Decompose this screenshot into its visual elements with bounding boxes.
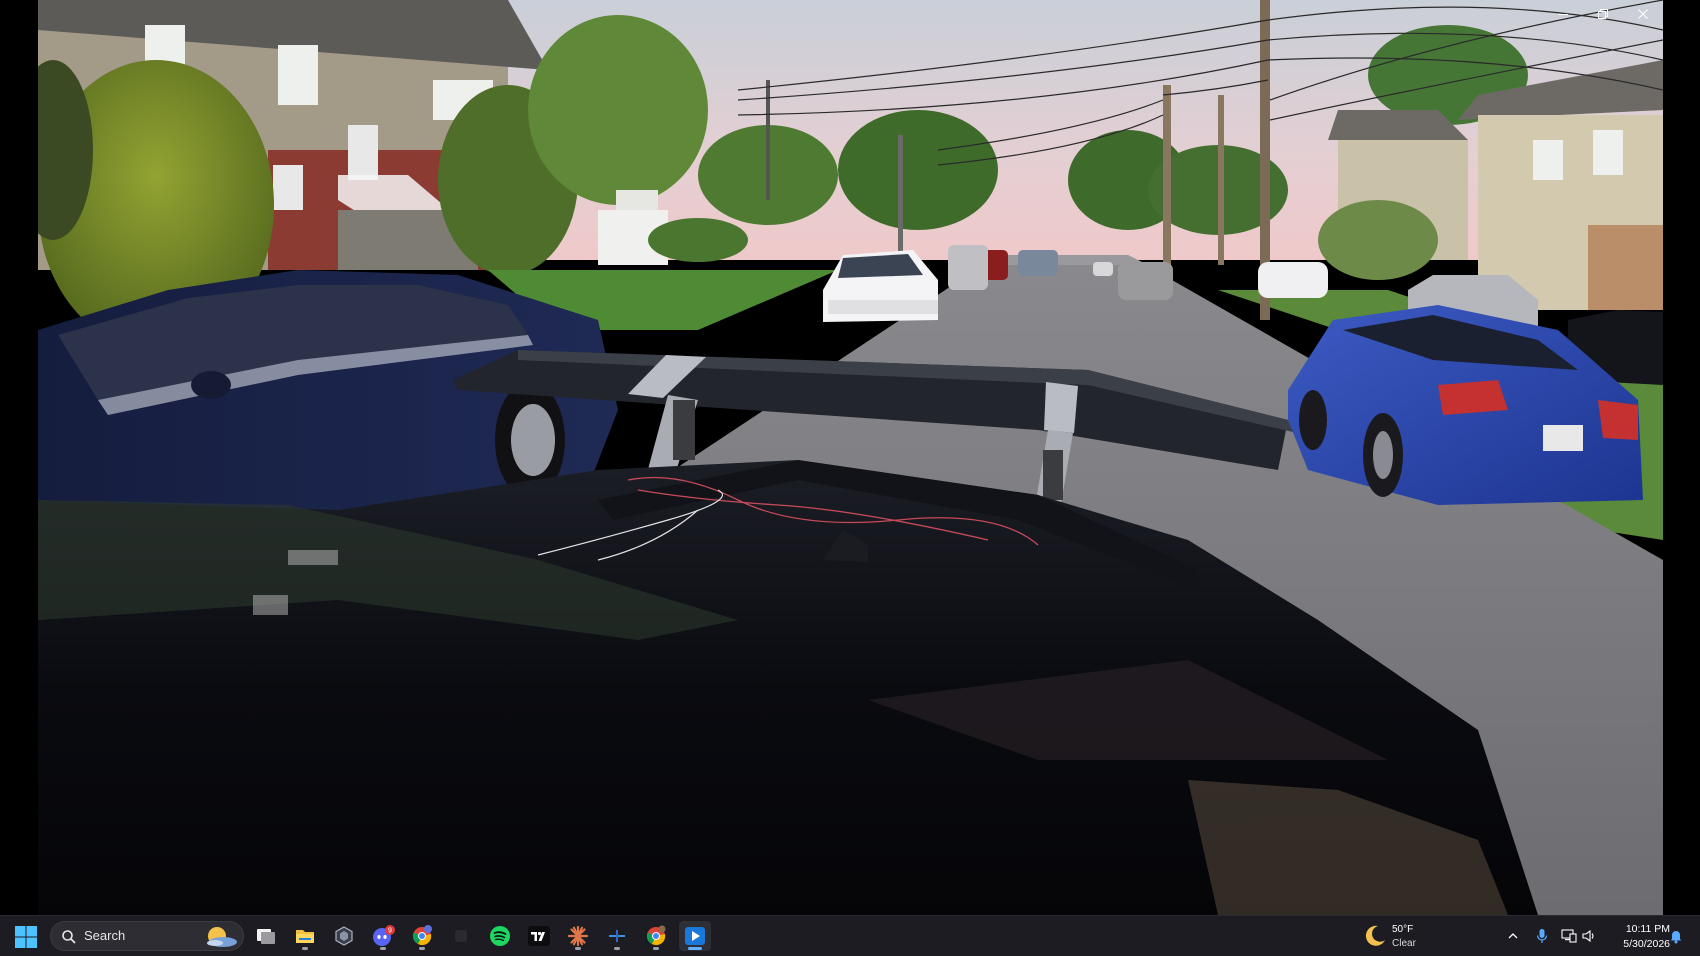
running-indicator <box>653 947 659 950</box>
app-icon <box>609 930 625 942</box>
bell-icon <box>1670 931 1682 944</box>
media-player-window <box>0 0 1700 915</box>
clock-date: 5/30/2026 <box>1623 938 1670 950</box>
running-indicator <box>614 947 620 950</box>
taskbar: Search 9 50°F Clear 10:11 PM 5/30/2026 <box>0 915 1700 956</box>
microphone-button[interactable] <box>1534 928 1550 944</box>
taskbar-chrome[interactable] <box>640 921 672 951</box>
active-indicator <box>688 947 702 950</box>
notification-button[interactable] <box>1668 928 1684 944</box>
search-icon <box>62 930 76 944</box>
restore-button[interactable] <box>1583 0 1623 28</box>
play-icon <box>685 927 705 945</box>
discord-icon: 9 <box>373 925 395 946</box>
taskbar-tradingview[interactable] <box>523 921 555 951</box>
chrome-icon <box>412 925 432 946</box>
taskbar-file-explorer[interactable] <box>289 921 321 951</box>
start-button[interactable] <box>14 925 38 949</box>
taskbar-app-blue[interactable] <box>601 921 633 951</box>
taskbar-claude[interactable] <box>562 921 594 951</box>
tradingview-icon <box>528 926 550 946</box>
windows-logo-icon <box>15 926 37 948</box>
taskbar-chrome-profile[interactable] <box>406 921 438 951</box>
running-indicator <box>380 947 386 950</box>
network-icon <box>1561 929 1577 943</box>
chevron-up-icon <box>1508 933 1518 939</box>
close-button[interactable] <box>1623 0 1663 28</box>
discord-badge: 9 <box>388 928 392 935</box>
task-view-icon <box>257 929 275 944</box>
taskbar-spotify[interactable] <box>484 921 516 951</box>
volume-button[interactable] <box>1581 928 1597 944</box>
spotify-icon <box>490 926 510 946</box>
chrome-icon <box>646 925 666 946</box>
minimize-icon <box>1558 14 1568 15</box>
taskbar-app-hex[interactable] <box>328 921 360 951</box>
task-view-button[interactable] <box>250 921 282 951</box>
system-clock[interactable]: 10:11 PM 5/30/2026 <box>1600 922 1670 952</box>
speaker-icon <box>1582 929 1594 943</box>
running-indicator <box>575 947 581 950</box>
taskbar-discord[interactable]: 9 <box>367 921 399 951</box>
app-icon <box>455 930 467 942</box>
taskbar-search[interactable]: Search <box>50 921 244 951</box>
sparkle-icon <box>567 925 589 947</box>
taskbar-app-dark[interactable] <box>445 921 477 951</box>
weather-condition: Clear <box>1392 938 1416 949</box>
search-highlight-icon <box>207 927 237 947</box>
video-frame[interactable] <box>38 0 1663 915</box>
weather-widget[interactable]: 50°F Clear <box>1360 921 1440 951</box>
microphone-icon <box>1536 929 1548 943</box>
folder-icon <box>296 930 314 943</box>
weather-temperature: 50°F <box>1392 924 1414 935</box>
clock-time: 10:11 PM <box>1625 923 1670 935</box>
hexagon-icon <box>335 926 353 946</box>
minimize-button[interactable] <box>1543 0 1583 28</box>
running-indicator <box>419 947 425 950</box>
close-icon <box>1638 9 1648 19</box>
window-controls <box>1543 0 1663 28</box>
taskbar-media-player[interactable] <box>679 921 711 951</box>
restore-icon <box>1598 9 1608 19</box>
moon-icon <box>1365 925 1385 946</box>
video-scene <box>38 0 1663 915</box>
network-button[interactable] <box>1561 928 1577 944</box>
show-hidden-icons-button[interactable] <box>1505 928 1521 944</box>
search-label: Search <box>84 928 126 943</box>
running-indicator <box>302 947 308 950</box>
